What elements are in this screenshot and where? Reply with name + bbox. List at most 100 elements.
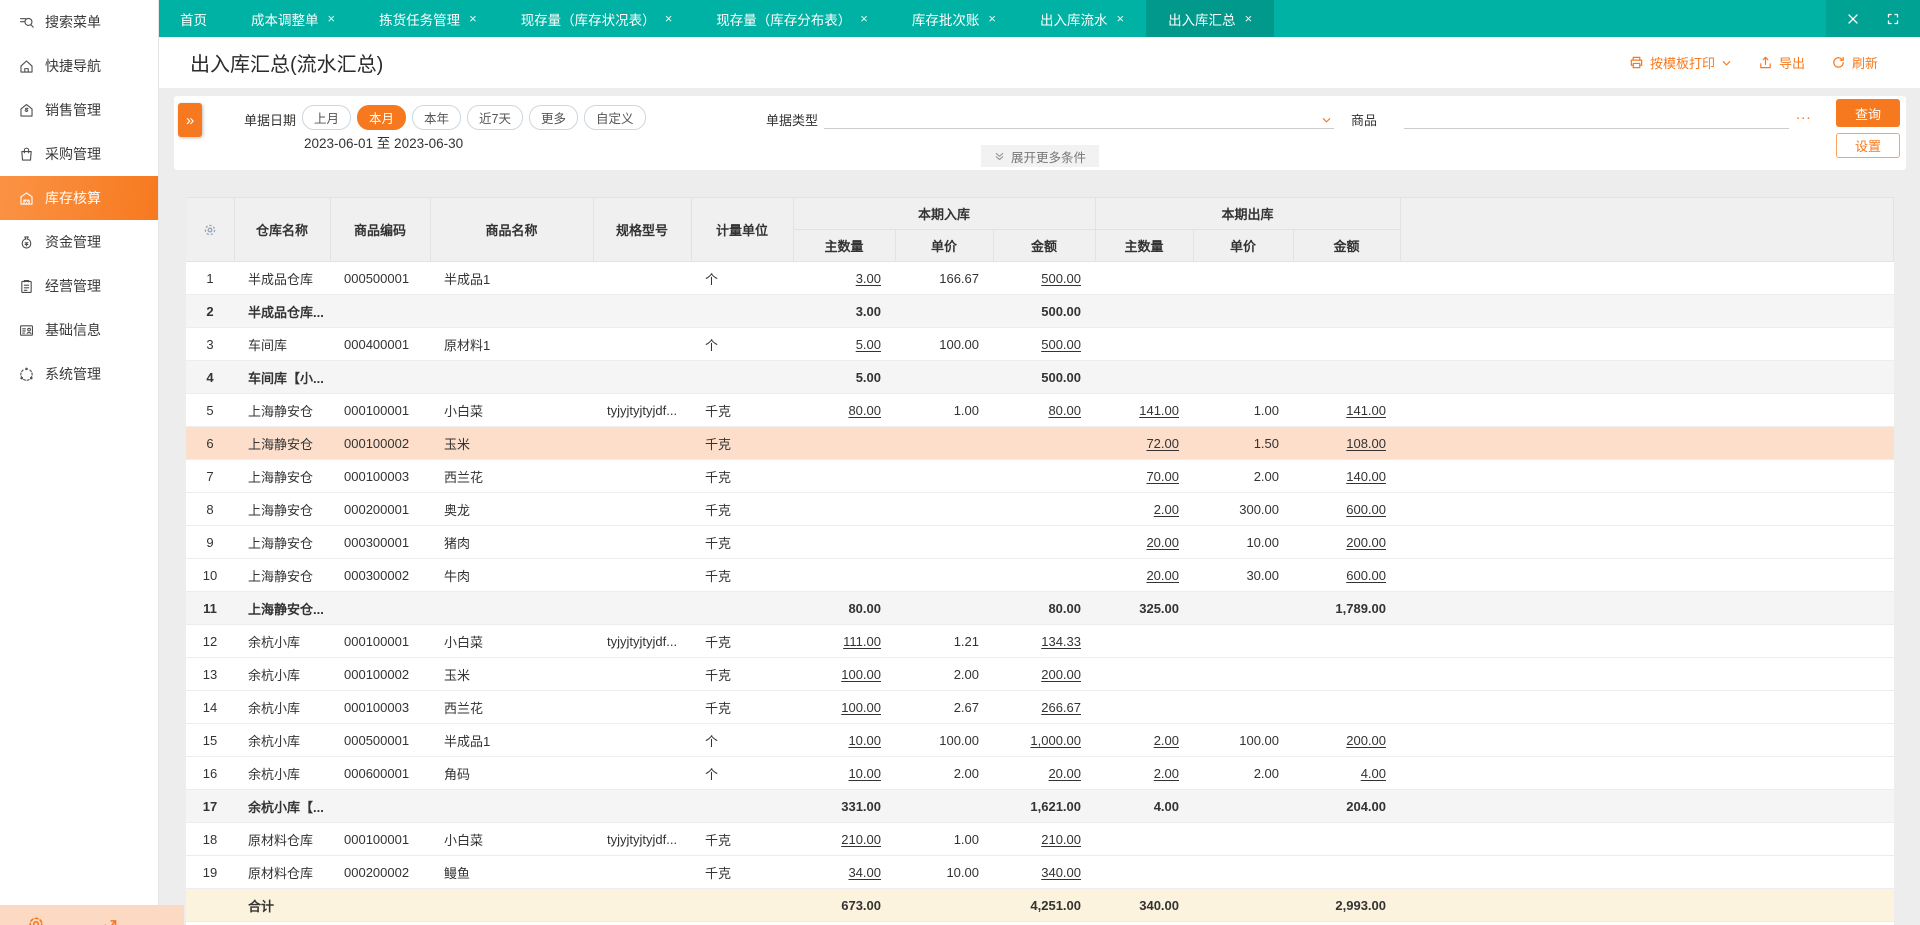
col-header-in-price[interactable]: 单价: [894, 229, 994, 262]
gear-icon[interactable]: [26, 914, 46, 925]
print-by-template-button[interactable]: 按模板打印: [1629, 53, 1732, 72]
cell-out-amount-link[interactable]: 108.00: [1346, 436, 1386, 451]
cell-out-qty-link[interactable]: 70.00: [1146, 469, 1179, 484]
subtotal-row[interactable]: 11 上海静安仓... 80.00 80.00 325.00 1,789.00: [186, 591, 1894, 625]
table-row[interactable]: 3 车间库 000400001 原材料1 个 5.00 100.00 500.00: [186, 327, 1894, 361]
table-row[interactable]: 13 余杭小库 000100002 玉米 千克 100.00 2.00 200.00: [186, 657, 1894, 691]
expand-more-button[interactable]: 展开更多条件: [980, 145, 1100, 167]
cell-in-amount-link[interactable]: 500.00: [1041, 337, 1081, 352]
cell-in-qty-link[interactable]: 100.00: [841, 700, 881, 715]
cell-out-qty-link[interactable]: 2.00: [1154, 502, 1179, 517]
sidebar-item[interactable]: 资金管理: [0, 220, 158, 264]
cell-out-qty-link[interactable]: 2.00: [1154, 766, 1179, 781]
tab[interactable]: 出入库流水 ×: [1018, 0, 1146, 37]
cell-out-qty-link[interactable]: 20.00: [1146, 535, 1179, 550]
product-picker-ellipsis-button[interactable]: ...: [1796, 106, 1812, 123]
cell-in-qty-link[interactable]: 34.00: [848, 865, 881, 880]
sidebar-item[interactable]: 快捷导航: [0, 44, 158, 88]
subtotal-row[interactable]: 4 车间库【小... 5.00 500.00: [186, 360, 1894, 394]
sidebar-item[interactable]: 系统管理: [0, 352, 158, 396]
tab-close-icon[interactable]: ×: [469, 11, 477, 26]
table-row[interactable]: 9 上海静安仓 000300001 猪肉 千克 20.00 10.00 200.00: [186, 525, 1894, 559]
export-button[interactable]: 导出: [1758, 53, 1805, 72]
date-option-pill[interactable]: 本年: [412, 105, 462, 130]
col-header-warehouse[interactable]: 仓库名称: [233, 197, 331, 262]
settings-button[interactable]: 设置: [1836, 133, 1900, 158]
cell-in-qty-link[interactable]: 10.00: [848, 733, 881, 748]
cell-out-qty-link[interactable]: 20.00: [1146, 568, 1179, 583]
cell-in-qty-link[interactable]: 100.00: [841, 667, 881, 682]
table-row[interactable]: 15 余杭小库 000500001 半成品1 个 10.00 100.00 1,000.00 2…: [186, 723, 1894, 757]
tab-close-icon[interactable]: ×: [665, 11, 673, 26]
sidebar-item[interactable]: 搜索菜单: [0, 0, 158, 44]
cell-out-qty-link[interactable]: 141.00: [1139, 403, 1179, 418]
sidebar-item[interactable]: 经营管理: [0, 264, 158, 308]
tab[interactable]: 拣货任务管理 ×: [357, 0, 499, 37]
search-button[interactable]: 查询: [1836, 99, 1900, 127]
tab[interactable]: 库存批次账 ×: [890, 0, 1018, 37]
sidebar-item[interactable]: 基础信息: [0, 308, 158, 352]
cell-in-amount-link[interactable]: 340.00: [1041, 865, 1081, 880]
date-option-pill[interactable]: 本月: [357, 105, 407, 130]
cell-out-amount-link[interactable]: 4.00: [1361, 766, 1386, 781]
tab-close-icon[interactable]: ×: [1116, 11, 1124, 26]
tab[interactable]: 现存量（库存分布表） ×: [694, 0, 890, 37]
subtotal-row[interactable]: 2 半成品仓库... 3.00 500.00: [186, 294, 1894, 328]
close-window-icon[interactable]: [1846, 12, 1860, 26]
tab[interactable]: 现存量（库存状况表） ×: [499, 0, 695, 37]
cell-in-amount-link[interactable]: 134.33: [1041, 634, 1081, 649]
col-header-out-price[interactable]: 单价: [1192, 229, 1294, 262]
col-header-product-name[interactable]: 商品名称: [429, 197, 594, 262]
table-row[interactable]: 5 上海静安仓 000100001 小白菜 tyjyjtyjtyjdf... 千克 80.0…: [186, 393, 1894, 427]
table-row[interactable]: 10 上海静安仓 000300002 牛肉 千克 20.00 30.00 600.00: [186, 558, 1894, 592]
col-header-unit[interactable]: 计量单位: [690, 197, 794, 262]
cell-in-qty-link[interactable]: 5.00: [856, 337, 881, 352]
table-row[interactable]: 6 上海静安仓 000100002 玉米 千克 72.00 1.50 108.00: [186, 426, 1894, 460]
col-header-product-code[interactable]: 商品编码: [329, 197, 431, 262]
maximize-window-icon[interactable]: [1886, 12, 1900, 26]
col-header-in-amount[interactable]: 金额: [992, 229, 1096, 262]
cell-in-amount-link[interactable]: 80.00: [1048, 403, 1081, 418]
tab-close-icon[interactable]: ×: [328, 11, 336, 26]
cell-out-amount-link[interactable]: 200.00: [1346, 535, 1386, 550]
cell-out-amount-link[interactable]: 200.00: [1346, 733, 1386, 748]
tab-close-icon[interactable]: ×: [860, 11, 868, 26]
col-header-in-qty[interactable]: 主数量: [792, 229, 896, 262]
cell-out-amount-link[interactable]: 141.00: [1346, 403, 1386, 418]
table-row[interactable]: 16 余杭小库 000600001 角码 个 10.00 2.00 20.00 2.00 2.00…: [186, 756, 1894, 790]
subtotal-row[interactable]: 17 余杭小库【... 331.00 1,621.00 4.00 204.00: [186, 789, 1894, 823]
doc-type-select[interactable]: [824, 104, 1334, 129]
col-header-spec[interactable]: 规格型号: [592, 197, 692, 262]
table-row[interactable]: 8 上海静安仓 000200001 奥龙 千克 2.00 300.00 600.00: [186, 492, 1894, 526]
tab-close-icon[interactable]: ×: [988, 11, 996, 26]
tab[interactable]: 首页: [158, 0, 229, 37]
cell-out-amount-link[interactable]: 140.00: [1346, 469, 1386, 484]
table-row[interactable]: 18 原材料仓库 000100001 小白菜 tyjyjtyjtyjdf... 千克 210…: [186, 822, 1894, 856]
sidebar-item[interactable]: 库存核算: [0, 176, 158, 220]
cell-out-amount-link[interactable]: 600.00: [1346, 568, 1386, 583]
refresh-button[interactable]: 刷新: [1831, 53, 1878, 72]
sidebar-item[interactable]: 采购管理: [0, 132, 158, 176]
cell-in-amount-link[interactable]: 266.67: [1041, 700, 1081, 715]
cell-in-amount-link[interactable]: 200.00: [1041, 667, 1081, 682]
cell-in-qty-link[interactable]: 3.00: [856, 271, 881, 286]
table-row[interactable]: 12 余杭小库 000100001 小白菜 tyjyjtyjtyjdf... 千克 111.…: [186, 624, 1894, 658]
table-row[interactable]: 7 上海静安仓 000100003 西兰花 千克 70.00 2.00 140.00: [186, 459, 1894, 493]
cell-in-qty-link[interactable]: 10.00: [848, 766, 881, 781]
sidebar-item[interactable]: 销售管理: [0, 88, 158, 132]
cell-out-qty-link[interactable]: 2.00: [1154, 733, 1179, 748]
col-header-out-amount[interactable]: 金额: [1292, 229, 1401, 262]
table-row[interactable]: 1 半成品仓库 000500001 半成品1 个 3.00 166.67 500.00: [186, 261, 1894, 295]
collapse-filters-button[interactable]: »: [178, 103, 202, 137]
tab[interactable]: 成本调整单 ×: [229, 0, 357, 37]
cell-in-amount-link[interactable]: 500.00: [1041, 271, 1081, 286]
date-option-pill[interactable]: 上月: [302, 105, 352, 130]
cell-in-qty-link[interactable]: 210.00: [841, 832, 881, 847]
date-option-pill[interactable]: 更多: [529, 105, 579, 130]
cell-out-qty-link[interactable]: 72.00: [1146, 436, 1179, 451]
cell-in-amount-link[interactable]: 20.00: [1048, 766, 1081, 781]
cell-in-qty-link[interactable]: 111.00: [843, 634, 881, 649]
cell-out-amount-link[interactable]: 600.00: [1346, 502, 1386, 517]
chart-icon[interactable]: [98, 914, 118, 925]
cell-in-amount-link[interactable]: 1,000.00: [1030, 733, 1081, 748]
